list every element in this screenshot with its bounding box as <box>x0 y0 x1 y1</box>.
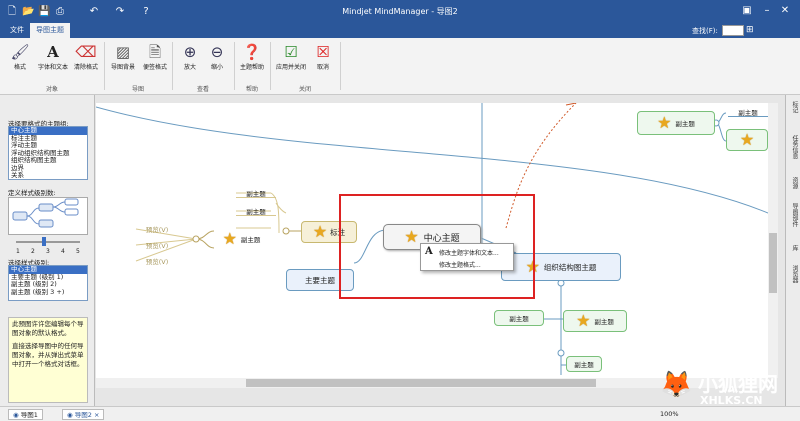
ribbon-tabs: 文件 导图主题 查找(F): ⊞ <box>0 23 800 38</box>
star-icon: ★ <box>739 130 755 149</box>
group-help-label: 帮助 <box>245 86 258 93</box>
subtopic[interactable]: ★ 副主题 <box>637 111 715 135</box>
map-icon: ◉ <box>67 411 73 419</box>
topic-group-list[interactable]: 中心主题 标注主题 浮动主题 浮动组织结构图主题 组织结构图主题 边界 关系 <box>8 126 88 180</box>
tab-map-theme[interactable]: 导图主题 <box>30 23 70 38</box>
ribbon: 🖌 格式 A 字体和文本 ⌫ 清除格式 对象 ▨ 导图背景 🗎 便签格式 导图 ⊕ 放大 ⊖… <box>0 38 800 95</box>
format-pane: 选择要格式的主题组: 中心主题 标注主题 浮动主题 浮动组织结构图主题 组织结构… <box>0 95 95 406</box>
window-title: Mindjet MindManager - 导图2 <box>342 7 458 16</box>
list-item[interactable]: 副主题 (级别 3 +) <box>9 288 87 297</box>
help-text-box: 此预图许许您编辑每个导图对象的默认格式。 直接选择导图中的任何导图对象，并从弹出… <box>8 317 88 403</box>
tab-file[interactable]: 文件 <box>4 23 30 38</box>
help-text: 此预图许许您编辑每个导图对象的默认格式。 <box>12 320 84 337</box>
help-icon: ❓ <box>242 43 262 61</box>
help-text: 直接选择导图中的任何导图对象，并从弹出式菜单中打开一个格式对话框。 <box>12 342 84 368</box>
scroll-thumb[interactable] <box>246 379 596 387</box>
levels-label: 定义样式级别数: <box>8 189 56 197</box>
group-map-label: 导图 <box>131 86 144 93</box>
preview-topic[interactable]: 预览(V) <box>134 256 180 266</box>
star-icon: ★ <box>312 222 328 241</box>
group-close-label: 关闭 <box>298 86 311 93</box>
preview-topic[interactable]: 预览(V) <box>134 240 180 250</box>
group-objects-label: 对象 <box>45 86 58 93</box>
font-text-button[interactable]: A 字体和文本 <box>38 42 68 78</box>
find-options-icon[interactable]: ⊞ <box>746 25 754 35</box>
cancel-icon: ☒ <box>316 43 330 61</box>
subtopic[interactable]: ★ 副主题 <box>563 310 627 332</box>
note-format-button[interactable]: 🗎 便签格式 <box>140 42 170 78</box>
map-icon: ◉ <box>13 411 19 419</box>
subtopic[interactable]: 副主题 <box>494 310 544 326</box>
right-tab[interactable]: 标记 <box>788 101 799 113</box>
style-level-list[interactable]: 中心主题 主要主题 (级别 1) 副主题 (级别 2) 副主题 (级别 3 +) <box>8 265 88 301</box>
level-preview <box>8 197 88 235</box>
callout-subtopic[interactable]: ★ 副主题 <box>214 230 269 248</box>
preview-topic[interactable]: 预览(V) <box>134 224 180 234</box>
title-bar: 🗋 📂 💾 ⎙ ↶ ↷ ? Mindjet MindManager - 导图2 … <box>0 0 800 23</box>
close-window-icon[interactable]: ✕ <box>778 4 792 18</box>
topic-help-button[interactable]: ❓ 主题帮助 <box>237 42 267 78</box>
zoom-out-button[interactable]: ⊖ 缩小 <box>202 42 232 78</box>
level-slider[interactable] <box>16 241 80 243</box>
right-tab[interactable]: 浏览器 <box>788 265 799 283</box>
brush-icon: 🖌 <box>10 43 30 61</box>
ribbon-collapse-icon[interactable]: ▣ <box>740 4 754 18</box>
clear-format-button[interactable]: ⌫ 清除格式 <box>71 42 101 78</box>
map-background-button[interactable]: ▨ 导图背景 <box>108 42 138 78</box>
highlight-box <box>339 194 535 299</box>
subtopic-partial[interactable]: ★ <box>726 129 768 151</box>
find-label: 查找(F): <box>692 27 718 35</box>
subtopic[interactable]: 副主题 <box>236 206 276 216</box>
vertical-scrollbar[interactable] <box>768 103 778 378</box>
right-tab[interactable]: 导图部件 <box>788 203 799 227</box>
zoom-out-icon: ⊖ <box>210 43 224 61</box>
cancel-button[interactable]: ☒ 取消 <box>308 42 338 78</box>
eraser-icon: ⌫ <box>75 43 97 61</box>
font-A-icon: A <box>47 43 59 61</box>
close-tab-icon[interactable]: × <box>94 411 99 419</box>
find-input[interactable] <box>722 25 744 36</box>
doc-tab[interactable]: ◉ 导图1 <box>8 409 43 420</box>
right-tab[interactable]: 库 <box>788 245 799 251</box>
check-icon: ☑ <box>284 43 298 61</box>
format-button[interactable]: 🖌 格式 <box>5 42 35 78</box>
scroll-thumb[interactable] <box>769 233 777 293</box>
group-view-label: 查看 <box>196 86 209 93</box>
list-item[interactable]: 关系 <box>9 171 87 179</box>
apply-close-button[interactable]: ☑ 应用并关闭 <box>276 42 306 78</box>
background-icon: ▨ <box>115 43 131 61</box>
minimize-icon[interactable]: – <box>760 4 774 18</box>
star-icon: ★ <box>657 113 672 132</box>
subtopic[interactable]: 副主题 <box>236 188 276 198</box>
right-tab[interactable]: 任务信息 <box>788 135 799 159</box>
star-icon: ★ <box>222 229 237 248</box>
zoom-in-button[interactable]: ⊕ 放大 <box>175 42 205 78</box>
doc-tab-active[interactable]: ◉ 导图2 × <box>62 409 105 420</box>
star-icon: ★ <box>576 311 591 330</box>
level-slider-handle[interactable] <box>42 237 46 246</box>
note-icon: 🗎 <box>148 43 162 61</box>
subtopic[interactable]: 副主题 <box>566 356 602 372</box>
zoom-in-icon: ⊕ <box>183 43 197 61</box>
subtopic[interactable]: 副主题 <box>728 107 768 117</box>
right-tab[interactable]: 资源 <box>788 177 799 189</box>
fox-logo-icon: 🦊 <box>660 370 693 400</box>
watermark: 🦊 小狐狸网 XHLKS.CN <box>660 370 778 407</box>
divider <box>340 42 341 90</box>
